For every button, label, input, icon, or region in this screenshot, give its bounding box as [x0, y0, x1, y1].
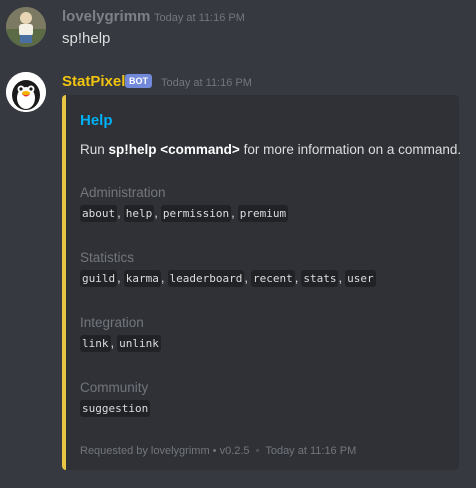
- command-code: karma: [123, 270, 161, 287]
- field-value-community: suggestion: [80, 400, 151, 417]
- command-code: guild: [80, 270, 118, 287]
- command-code: permission: [160, 205, 232, 222]
- command-code: link: [80, 335, 111, 352]
- embed-description-command: sp!help <command>: [108, 142, 240, 157]
- command-code: suggestion: [80, 400, 151, 417]
- embed-description-pre: Run: [80, 142, 109, 157]
- field-value-administration: about, help, permission, premium: [80, 205, 289, 222]
- embed-footer: Requested by lovelygrimm • v0.2.5 • Toda…: [80, 445, 356, 457]
- user-avatar-image: [6, 7, 46, 47]
- message-timestamp: Today at 11:16 PM: [154, 12, 245, 24]
- embed-footer-time: Today at 11:16 PM: [265, 445, 357, 457]
- bot-username[interactable]: StatPixel: [62, 73, 125, 90]
- message-content: sp!help: [62, 30, 111, 47]
- field-value-statistics: guild, karma, leaderboard, recent, stats, use…: [80, 270, 376, 287]
- command-code: user: [345, 270, 376, 287]
- bot-avatar[interactable]: [6, 72, 46, 112]
- command-code: leaderboard: [167, 270, 245, 287]
- message-username[interactable]: lovelygrimm: [62, 8, 150, 25]
- field-value-integration: link, unlink: [80, 335, 161, 352]
- field-name-administration: Administration: [80, 185, 166, 200]
- command-code: help: [123, 205, 155, 222]
- field-name-statistics: Statistics: [80, 250, 135, 265]
- embed-title: Help: [80, 112, 113, 129]
- embed-description-post: for more information on a command.: [239, 142, 462, 157]
- command-code: premium: [237, 205, 289, 222]
- bot-timestamp: Today at 11:16 PM: [161, 77, 252, 89]
- command-code: stats: [301, 270, 339, 287]
- bot-badge: BOT: [125, 74, 152, 88]
- embed-footer-separator: •: [255, 445, 260, 457]
- command-code: about: [80, 205, 118, 222]
- help-embed: Help Run sp!help <command> for more info…: [62, 95, 461, 470]
- penguin-icon: [6, 72, 46, 112]
- user-avatar[interactable]: [6, 7, 46, 47]
- field-name-integration: Integration: [80, 315, 144, 330]
- command-code: unlink: [117, 335, 161, 352]
- command-code: recent: [250, 270, 295, 287]
- embed-footer-text: Requested by lovelygrimm • v0.2.5: [80, 445, 250, 457]
- field-name-community: Community: [80, 380, 149, 395]
- embed-description: Run sp!help <command> for more informati…: [80, 142, 461, 157]
